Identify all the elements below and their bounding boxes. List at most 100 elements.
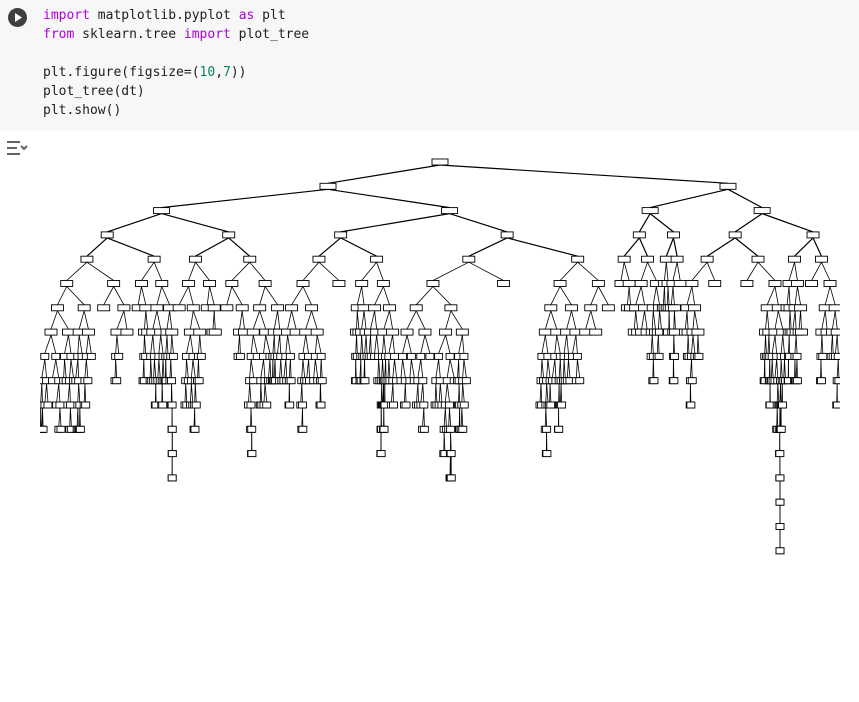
output-settings-icon[interactable]	[6, 138, 28, 158]
tree-node	[431, 158, 449, 166]
tree-edge	[188, 262, 196, 281]
tree-edge	[57, 286, 68, 305]
tree-edge	[69, 359, 72, 378]
tree-node	[768, 280, 782, 287]
tree-node	[38, 425, 48, 433]
tree-node	[235, 352, 245, 360]
tree-edge	[415, 286, 434, 306]
tree-edge	[378, 359, 381, 378]
tree-edge	[285, 359, 288, 378]
tree-node	[107, 280, 121, 287]
tree-node	[193, 328, 207, 336]
tree-node	[778, 401, 787, 409]
tree-edge	[623, 262, 630, 281]
tree-edge	[400, 359, 403, 378]
tree-node	[649, 377, 659, 385]
tree-edge	[788, 262, 795, 281]
tree-edge	[44, 383, 47, 403]
tree-node	[546, 401, 556, 409]
tree-edge	[198, 359, 200, 378]
tree-edge	[777, 383, 780, 403]
run-cell-button[interactable]	[8, 8, 27, 27]
tree-edge	[438, 383, 441, 403]
tree-edge	[794, 237, 814, 257]
tree-edge	[672, 237, 678, 257]
tree-node	[565, 304, 578, 312]
tree-node	[44, 328, 58, 336]
tree-edge	[576, 359, 581, 378]
tree-edge	[188, 286, 194, 305]
tree-node	[688, 304, 702, 312]
tree-node	[806, 231, 820, 239]
code-token: as	[238, 8, 255, 23]
tree-edge	[392, 383, 394, 403]
tree-node	[446, 450, 456, 458]
tree-node	[165, 328, 179, 336]
tree-edge	[291, 310, 297, 330]
tree-edge	[361, 286, 365, 305]
tree-edge	[461, 407, 464, 427]
code-editor[interactable]: import matplotlib.pyplot as plt from skle…	[43, 6, 309, 120]
tree-node	[828, 304, 842, 312]
tree-edge	[797, 286, 801, 305]
tree-edge	[313, 359, 316, 378]
tree-node	[285, 401, 295, 409]
tree-node	[832, 401, 842, 409]
tree-edge	[356, 335, 358, 354]
tree-edge	[365, 335, 368, 354]
tree-edge	[665, 237, 675, 257]
tree-edge	[85, 335, 89, 354]
tree-edge	[318, 237, 342, 257]
tree-edge	[777, 310, 784, 330]
tree-node	[77, 304, 91, 312]
tree-edge	[263, 359, 266, 378]
tree-edge	[190, 310, 194, 330]
tree-node	[617, 255, 631, 263]
tree-edge	[633, 310, 637, 330]
tree-edge	[374, 335, 378, 354]
tree-edge	[115, 335, 118, 354]
tree-edge	[651, 310, 654, 330]
tree-edge	[144, 310, 147, 330]
tree-node	[419, 425, 429, 433]
tree-edge	[835, 335, 838, 354]
code-cell[interactable]: import matplotlib.pyplot as plt from skle…	[0, 0, 859, 131]
tree-edge	[250, 407, 253, 427]
tree-node	[370, 255, 384, 263]
code-token: plot_tree	[230, 27, 310, 42]
tree-node	[554, 425, 564, 433]
tree-edge	[445, 310, 452, 330]
tree-node	[462, 255, 476, 263]
code-token: 10	[199, 65, 216, 80]
code-line: plt.show()	[43, 101, 309, 120]
code-token: figsize	[129, 65, 184, 80]
tree-edge	[664, 262, 667, 281]
tree-node	[775, 474, 785, 482]
tree-edge	[766, 310, 770, 330]
tree-node	[355, 280, 369, 287]
tree-node	[441, 207, 458, 215]
tree-edge	[598, 286, 609, 305]
tree-edge	[370, 310, 375, 330]
code-token: plt.show()	[43, 103, 122, 118]
tree-edge	[305, 310, 312, 330]
tree-edge	[686, 286, 693, 305]
tree-edge	[761, 213, 814, 233]
tree-node	[155, 280, 169, 287]
tree-edge	[66, 261, 88, 281]
tree-edge	[766, 286, 776, 305]
tree-node	[271, 304, 285, 312]
tree-edge	[389, 310, 393, 330]
tree-edge	[423, 407, 425, 427]
tree-svg	[35, 158, 844, 555]
tree-edge	[691, 261, 708, 281]
tree-node	[719, 182, 737, 190]
tree-edge	[832, 310, 836, 330]
play-icon	[15, 13, 22, 22]
tree-edge	[540, 383, 543, 403]
tree-edge	[190, 383, 194, 403]
tree-edge	[106, 237, 155, 257]
code-line: plot_tree(dt)	[43, 82, 309, 101]
tree-edge	[620, 262, 625, 281]
tree-node	[641, 255, 654, 263]
